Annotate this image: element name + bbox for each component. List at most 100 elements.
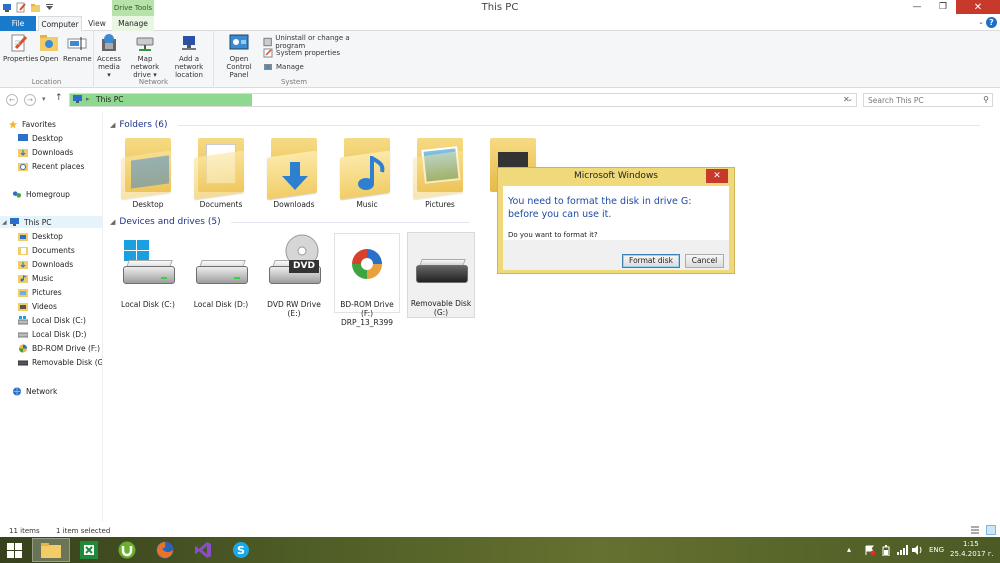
section-divider — [177, 124, 980, 126]
nav-pc-music[interactable]: Music — [18, 272, 53, 284]
nav-pc-videos[interactable]: Videos — [18, 300, 57, 312]
bd-rom-drive-icon — [340, 234, 394, 296]
input-language[interactable]: ENG — [929, 546, 944, 554]
taskbar-visual-studio[interactable] — [184, 538, 222, 562]
nav-fav-downloads[interactable]: Downloads — [18, 146, 73, 158]
open-button[interactable]: Open — [36, 33, 62, 63]
taskbar: S ▴ ENG 1:15 25.4.2017 г. — [0, 537, 1000, 563]
dialog-close-button[interactable]: ✕ — [706, 169, 728, 183]
tab-manage[interactable]: Manage — [112, 16, 154, 31]
folders-section-header[interactable]: ◢ Folders (6) — [110, 120, 1000, 130]
minimize-button[interactable]: — — [904, 0, 930, 14]
downloads-icon — [18, 260, 28, 269]
recent-places-icon — [18, 162, 28, 171]
nav-pc-bd-rom-drive[interactable]: BD-ROM Drive (F:) D — [18, 342, 102, 354]
nav-favorites[interactable]: Favorites — [8, 118, 56, 130]
pictures-folder-icon — [413, 134, 467, 200]
recent-locations-icon[interactable]: ▾ — [42, 95, 46, 103]
network-group: Access media ▾ Map network drive ▾ Add a… — [94, 31, 214, 88]
nav-pc-documents[interactable]: Documents — [18, 244, 75, 256]
action-center-flag-icon[interactable] — [864, 545, 876, 556]
breadcrumb-this-pc[interactable]: This PC — [96, 95, 123, 104]
manage-button[interactable]: Manage — [263, 62, 304, 72]
tab-file[interactable]: File — [0, 16, 36, 31]
downloads-icon — [18, 148, 28, 157]
dialog-footer: Format disk Cancel — [503, 240, 729, 270]
section-divider — [230, 221, 470, 223]
help-icon[interactable]: ? — [986, 17, 997, 28]
format-disk-button[interactable]: Format disk — [622, 254, 680, 268]
taskbar-excel[interactable] — [70, 538, 108, 562]
taskbar-file-explorer[interactable] — [32, 538, 70, 562]
tab-computer[interactable]: Computer — [38, 16, 82, 31]
drive-dvd-rw-e[interactable]: DVD DVD RW Drive (E:) — [261, 234, 327, 318]
refresh-icon[interactable]: ✕ — [843, 95, 850, 104]
breadcrumb-chevron-icon[interactable]: ▸ — [86, 95, 90, 103]
videos-icon — [18, 302, 28, 311]
excel-icon — [80, 541, 98, 559]
large-icons-view-icon[interactable] — [986, 525, 996, 535]
documents-folder-icon — [194, 134, 248, 200]
nav-fav-recent-places[interactable]: Recent places — [18, 160, 84, 172]
details-view-icon[interactable] — [970, 525, 980, 535]
file-explorer-icon — [41, 543, 61, 558]
windows-start-icon[interactable] — [7, 543, 23, 558]
nav-fav-desktop[interactable]: Desktop — [18, 132, 63, 144]
taskbar-skype[interactable]: S — [222, 538, 260, 562]
nav-network[interactable]: Network — [12, 385, 57, 397]
up-arrow-icon[interactable]: ↑ — [55, 93, 63, 103]
nav-pc-local-disk-c[interactable]: Local Disk (C:) — [18, 314, 86, 326]
properties-button[interactable]: Properties — [3, 33, 38, 63]
expand-chevron-icon[interactable]: ◢ — [2, 219, 10, 226]
nav-homegroup[interactable]: Homegroup — [12, 188, 70, 200]
folder-desktop[interactable]: Desktop — [115, 134, 181, 209]
drive-bd-rom-f[interactable]: BD-ROM Drive (F:) DRP_13_R399 — [334, 233, 400, 327]
nav-pc-removable-disk-g[interactable]: Removable Disk (G:) — [18, 356, 102, 368]
map-network-drive-button[interactable]: Map network drive ▾ — [123, 33, 167, 79]
back-button[interactable]: ← — [6, 94, 18, 106]
drive-local-disk-c[interactable]: Local Disk (C:) — [115, 234, 181, 309]
folder-downloads[interactable]: Downloads — [261, 134, 327, 209]
add-network-location-icon — [182, 36, 196, 50]
uninstall-icon — [263, 37, 272, 47]
close-button[interactable]: ✕ — [956, 0, 1000, 14]
nav-pc-local-disk-d[interactable]: Local Disk (D:) — [18, 328, 86, 340]
this-pc-icon — [10, 217, 19, 226]
show-hidden-icons[interactable]: ▴ — [847, 545, 851, 554]
documents-icon — [18, 246, 28, 255]
folder-documents[interactable]: Documents — [188, 134, 254, 209]
nav-pc-desktop[interactable]: Desktop — [18, 230, 63, 242]
clock-time[interactable]: 1:15 — [963, 540, 979, 548]
nav-pc-pictures[interactable]: Pictures — [18, 286, 62, 298]
taskbar-firefox[interactable] — [146, 538, 184, 562]
system-properties-button[interactable]: System properties — [263, 48, 340, 58]
drive-local-disk-d[interactable]: Local Disk (D:) — [188, 234, 254, 309]
battery-icon[interactable] — [882, 545, 890, 556]
tab-view[interactable]: View — [84, 16, 110, 31]
dialog-message: You need to format the disk in drive G: … — [508, 196, 692, 220]
collapse-chevron-icon[interactable]: ◢ — [110, 218, 115, 226]
address-bar[interactable]: ▸ This PC ⌄ — [69, 93, 857, 107]
cancel-button[interactable]: Cancel — [685, 254, 724, 268]
forward-button[interactable]: → — [24, 94, 36, 106]
expand-ribbon-icon[interactable]: ⌄ — [978, 18, 984, 26]
volume-icon[interactable] — [912, 545, 923, 555]
search-input[interactable]: Search This PC ⚲ — [863, 93, 993, 107]
drive-removable-disk-g[interactable]: Removable Disk (G:) — [407, 232, 475, 318]
drive-icon — [18, 332, 28, 337]
nav-this-pc[interactable]: ◢ This PC — [0, 216, 102, 228]
clock-date[interactable]: 25.4.2017 г. — [950, 550, 994, 558]
restore-button[interactable]: ❐ — [930, 0, 956, 14]
access-media-button[interactable]: Access media ▾ — [96, 33, 122, 79]
folder-music[interactable]: Music — [334, 134, 400, 209]
rename-button[interactable]: Rename — [63, 33, 92, 63]
taskbar-utorrent[interactable] — [108, 538, 146, 562]
folder-pictures[interactable]: Pictures — [407, 134, 473, 209]
nav-pc-downloads[interactable]: Downloads — [18, 258, 73, 270]
add-network-location-button[interactable]: Add a network location — [166, 33, 212, 79]
open-control-panel-button[interactable]: Open Control Panel — [217, 33, 261, 79]
collapse-chevron-icon[interactable]: ◢ — [110, 121, 115, 129]
pictures-icon — [18, 288, 28, 297]
network-signal-icon[interactable] — [897, 545, 908, 555]
selection-count: 1 item selected — [56, 527, 111, 535]
